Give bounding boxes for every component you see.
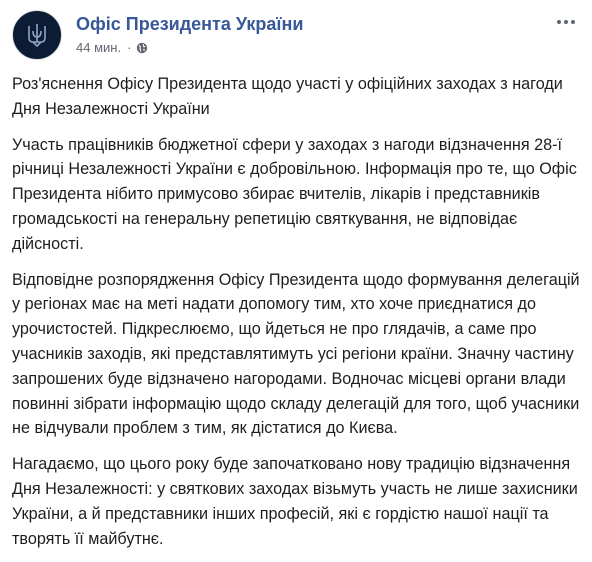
facebook-post: Офіс Президента України 44 мин. · Роз'яс… bbox=[0, 0, 592, 557]
post-paragraph: Участь працівників бюджетної сфери у зах… bbox=[12, 135, 577, 253]
page-name-link[interactable]: Офіс Президента України bbox=[76, 14, 303, 35]
post-paragraph: Роз'яснення Офісу Президента щодо участі… bbox=[12, 75, 563, 118]
post-paragraph: Нагадаємо, що цього року буде започатков… bbox=[12, 455, 578, 548]
post-meta: 44 мин. · bbox=[76, 40, 148, 55]
trident-icon bbox=[28, 24, 46, 47]
meta-separator: · bbox=[127, 40, 132, 55]
post-paragraph: Відповідне розпорядження Офісу Президент… bbox=[12, 270, 580, 438]
more-options-icon[interactable] bbox=[554, 12, 578, 32]
page-avatar[interactable] bbox=[12, 10, 62, 60]
post-header: Офіс Президента України 44 мин. · bbox=[12, 10, 582, 60]
post-timestamp[interactable]: 44 мин. bbox=[76, 40, 121, 55]
globe-icon[interactable] bbox=[136, 42, 148, 54]
post-body: Роз'яснення Офісу Президента щодо участі… bbox=[12, 72, 582, 562]
